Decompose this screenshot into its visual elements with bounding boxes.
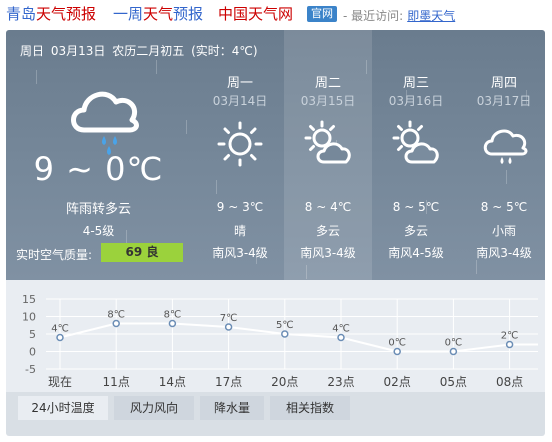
data-point [281,330,289,338]
rain-streak [156,60,157,74]
day-wind: 南风3-4级 [212,246,268,260]
data-point [168,319,177,328]
data-point [56,333,64,342]
today-weekday: 周日 [20,44,45,58]
day-weather: 多云 [315,224,340,238]
rain-streak [186,120,187,134]
day-date: 03月14日 [212,94,268,108]
tab-wind[interactable]: 风力风向 [114,396,194,420]
china-weather-link[interactable]: 中国天气网 [218,5,293,23]
partly-cloudy-icon [304,120,351,164]
weather-panel: 周日 03月13日 农历二月初五 (实时：4℃) 9 ~ 0℃ 阵雨转多云 4-… [6,30,545,436]
recent-visits: - 最近访问: 即墨天气 [343,7,455,24]
data-label: 8℃ [107,310,125,321]
day-weather: 小雨 [491,224,516,238]
x-tick-label: 现在 [48,375,72,389]
air-quality-badge[interactable]: 69 良 [101,243,183,262]
temperature-line-chart: 15 10 5 0 -5 4℃ 现在 8℃ 11点 8℃ 14点 7℃ 17点 5℃ 20点 4℃ 23点 0℃ 0… [22,293,538,389]
rain-streak [36,70,37,84]
forecast-day-wed[interactable]: 周三 03月16日 8 ~ 5℃ 多云 南风4-5级 [372,30,460,280]
x-tick-label: 11点 [103,375,130,389]
chart-tabs: 24小时温度 风力风向 降水量 相关指数 [6,392,545,424]
data-label: 5℃ [276,320,294,331]
light-rain-icon [483,129,528,164]
city-link[interactable]: 青岛 [6,5,36,23]
day-name: 周三 [402,76,429,91]
data-point [505,340,514,349]
tab-indices[interactable]: 相关指数 [270,396,350,420]
forecast-day-tue[interactable]: 周二 03月15日 8 ~ 4℃ 多云 南风3-4级 [284,30,372,280]
partly-cloudy-icon [392,120,439,164]
week-forecast-prefix: 一周 [113,5,144,23]
day-name: 周一 [226,76,253,91]
data-point [449,347,458,356]
forecast-day-thu[interactable]: 周四 03月17日 8 ~ 5℃ 小雨 南风3-4级 [460,30,545,280]
data-label: 8℃ [164,310,182,321]
recent-visit-link[interactable]: 即墨天气 [407,9,455,23]
x-tick-label: 14点 [159,375,186,389]
hourly-temperature-chart: 15 10 5 0 -5 4℃ 现在 8℃ 11点 8℃ 14点 7℃ 17点 5℃ 20点 4℃ 23点 0℃ 0… [6,280,545,392]
day-temp: 8 ~ 4℃ [304,200,352,214]
day-date: 03月15日 [300,94,356,108]
y-tick-label: 15 [22,293,36,306]
temperature-series-line [59,322,538,353]
air-quality-label: 实时空气质量: [16,248,93,262]
data-label: 4℃ [51,324,69,335]
x-tick-label: 23点 [327,375,354,389]
day-wind: 南风4-5级 [388,246,444,260]
y-tick-label: 0 [29,346,36,359]
data-label: 0℃ [445,338,463,349]
day-wind: 南风3-4级 [300,246,356,260]
day-temp: 8 ~ 5℃ [480,200,528,214]
week-forecast-highlight: 天气 [143,5,174,23]
day-wind: 南风3-4级 [476,246,532,260]
top-nav-bar: 青岛 天气预报 一周天气预报 中国天气网 官网 - 最近访问: 即墨天气 [0,0,552,30]
data-point [337,333,345,342]
data-label: 7℃ [220,313,238,324]
day-name: 周二 [314,76,341,91]
sun-icon [217,121,263,167]
x-tick-label: 02点 [384,375,411,389]
data-point [224,323,233,331]
today-weather-desc: 阵雨转多云 [65,202,131,217]
today-date: 03月13日 [50,44,106,58]
x-tick-label: 05点 [440,375,467,389]
week-forecast-suffix: 预报 [173,5,204,23]
x-tick-label: 17点 [215,375,242,389]
day-weather: 晴 [233,224,246,238]
day-date: 03月16日 [388,94,444,108]
day-date: 03月17日 [476,94,532,108]
y-tick-label: -5 [25,363,36,376]
day-temp: 8 ~ 5℃ [392,200,440,214]
week-forecast-link[interactable]: 一周天气预报 [113,5,203,23]
today-lunar-date: 农历二月初五 [112,44,185,58]
tab-precipitation[interactable]: 降水量 [200,396,264,420]
x-tick-label: 08点 [496,375,523,389]
data-point [393,347,401,356]
today-temp-range: 9 ~ 0℃ [33,150,164,188]
y-tick-label: 5 [29,328,36,341]
x-tick-label: 20点 [271,375,298,389]
forecast-day-mon[interactable]: 周一 03月14日 9 ~ 3℃ 晴 南风3-4级 [196,30,284,280]
day-name: 周四 [490,76,517,91]
weather-forecast-link[interactable]: 天气预报 [36,5,96,23]
official-site-badge: 官网 [307,6,337,22]
data-label: 2℃ [501,331,519,342]
data-label: 0℃ [388,338,406,349]
y-tick-label: 10 [22,311,36,324]
cloud-rain-icon [71,91,139,155]
day-weather: 多云 [403,224,428,238]
data-label: 4℃ [332,324,350,335]
forecast-area: 周日 03月13日 农历二月初五 (实时：4℃) 9 ~ 0℃ 阵雨转多云 4-… [6,30,545,280]
today-wind: 4-5级 [82,224,115,238]
recent-visits-label: - 最近访问: [343,9,404,23]
data-point [112,319,120,328]
day-temp: 9 ~ 3℃ [216,200,264,214]
tab-24h-temp[interactable]: 24小时温度 [18,396,108,420]
